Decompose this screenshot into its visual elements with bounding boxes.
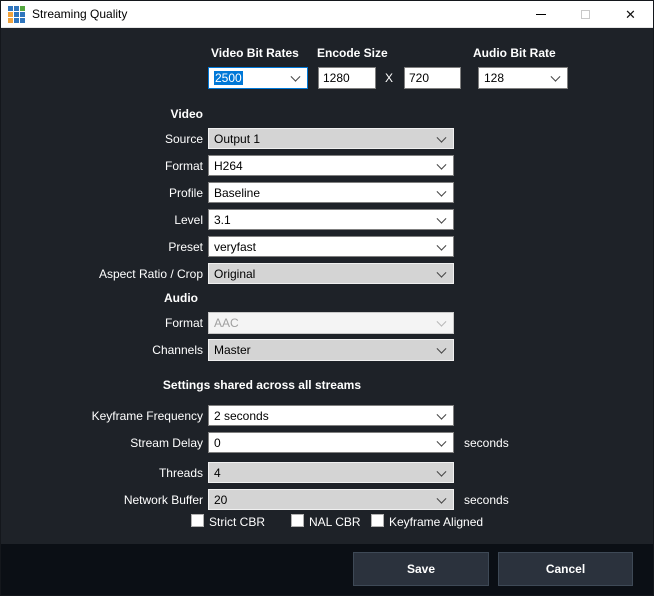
logo-cell	[8, 6, 13, 11]
source-label: Source	[1, 132, 203, 146]
stream-delay-label: Stream Delay	[1, 436, 203, 450]
chevron-down-icon	[437, 317, 447, 327]
audio-format-label: Format	[1, 316, 203, 330]
logo-cell	[14, 12, 19, 17]
chevron-down-icon	[437, 267, 447, 277]
chevron-down-icon	[291, 72, 301, 82]
video-section-header: Video	[1, 107, 203, 121]
network-buffer-select[interactable]: 20	[208, 489, 454, 510]
minimize-button[interactable]	[518, 1, 563, 28]
strict-cbr-checkbox[interactable]	[191, 514, 204, 527]
aspect-ratio-crop-select[interactable]: Original	[208, 263, 454, 284]
source-select[interactable]: Output 1	[208, 128, 454, 149]
stream-delay-select[interactable]: 0	[208, 432, 454, 453]
keyframe-frequency-value: 2 seconds	[214, 409, 269, 423]
profile-value: Baseline	[214, 186, 260, 200]
channels-select[interactable]: Master	[208, 339, 454, 361]
encode-size-label: Encode Size	[317, 46, 388, 60]
aspect-ratio-crop-label: Aspect Ratio / Crop	[1, 267, 203, 281]
shared-section-header: Settings shared across all streams	[1, 378, 361, 392]
chevron-down-icon	[437, 186, 447, 196]
logo-cell	[8, 18, 13, 23]
chevron-down-icon	[437, 213, 447, 223]
profile-select[interactable]: Baseline	[208, 182, 454, 203]
close-icon: ✕	[625, 8, 636, 21]
channels-value: Master	[214, 343, 251, 357]
chevron-down-icon	[437, 132, 447, 142]
minimize-icon	[536, 14, 546, 15]
audio-format-select: AAC	[208, 312, 454, 334]
chevron-down-icon	[437, 436, 447, 446]
close-button[interactable]: ✕	[608, 1, 653, 28]
threads-value: 4	[214, 466, 221, 480]
chevron-down-icon	[437, 159, 447, 169]
strict-cbr-label: Strict CBR	[209, 515, 265, 529]
chevron-down-icon	[551, 72, 561, 82]
maximize-icon	[581, 10, 590, 19]
streaming-quality-dialog: Streaming Quality ✕ Video Bit Rates Enco…	[0, 0, 654, 596]
encode-size-separator: X	[385, 71, 393, 85]
profile-label: Profile	[1, 186, 203, 200]
source-value: Output 1	[214, 132, 260, 146]
format-label: Format	[1, 159, 203, 173]
window-title: Streaming Quality	[32, 1, 127, 28]
cancel-button[interactable]: Cancel	[498, 552, 633, 586]
chevron-down-icon	[437, 344, 447, 354]
level-value: 3.1	[214, 213, 231, 227]
threads-select[interactable]: 4	[208, 462, 454, 483]
titlebar[interactable]: Streaming Quality ✕	[1, 1, 653, 28]
logo-cell	[20, 18, 25, 23]
logo-cell	[20, 12, 25, 17]
chevron-down-icon	[437, 466, 447, 476]
preset-value: veryfast	[214, 240, 256, 254]
logo-cell	[14, 18, 19, 23]
encode-height-input[interactable]	[404, 67, 461, 89]
network-buffer-suffix: seconds	[464, 493, 509, 507]
keyframe-frequency-select[interactable]: 2 seconds	[208, 405, 454, 426]
audio-bit-rate-value: 128	[484, 71, 504, 85]
app-logo-icon	[8, 6, 25, 23]
threads-label: Threads	[1, 466, 203, 480]
audio-bit-rate-label: Audio Bit Rate	[473, 46, 556, 60]
preset-label: Preset	[1, 240, 203, 254]
video-bit-rate-value: 2500	[214, 71, 243, 85]
level-select[interactable]: 3.1	[208, 209, 454, 230]
keyframe-aligned-checkbox[interactable]	[371, 514, 384, 527]
logo-cell	[8, 12, 13, 17]
nal-cbr-label: NAL CBR	[309, 515, 361, 529]
video-bit-rates-label: Video Bit Rates	[211, 46, 299, 60]
preset-select[interactable]: veryfast	[208, 236, 454, 257]
audio-bit-rate-select[interactable]: 128	[478, 67, 568, 89]
nal-cbr-checkbox[interactable]	[291, 514, 304, 527]
maximize-button	[563, 1, 608, 28]
chevron-down-icon	[437, 493, 447, 503]
level-label: Level	[1, 213, 203, 227]
audio-section-header: Audio	[1, 291, 198, 305]
network-buffer-label: Network Buffer	[1, 493, 203, 507]
logo-cell	[20, 6, 25, 11]
keyframe-aligned-label: Keyframe Aligned	[389, 515, 483, 529]
encode-width-input[interactable]	[318, 67, 376, 89]
footer-bar: Save Cancel	[1, 544, 653, 596]
stream-delay-suffix: seconds	[464, 436, 509, 450]
channels-label: Channels	[1, 343, 203, 357]
logo-cell	[14, 6, 19, 11]
keyframe-frequency-label: Keyframe Frequency	[1, 409, 203, 423]
audio-format-value: AAC	[214, 316, 239, 330]
format-value: H264	[214, 159, 243, 173]
video-bit-rate-select[interactable]: 2500	[208, 67, 308, 89]
aspect-ratio-crop-value: Original	[214, 267, 255, 281]
network-buffer-value: 20	[214, 493, 227, 507]
save-button[interactable]: Save	[353, 552, 489, 586]
format-select[interactable]: H264	[208, 155, 454, 176]
chevron-down-icon	[437, 409, 447, 419]
chevron-down-icon	[437, 240, 447, 250]
stream-delay-value: 0	[214, 436, 221, 450]
